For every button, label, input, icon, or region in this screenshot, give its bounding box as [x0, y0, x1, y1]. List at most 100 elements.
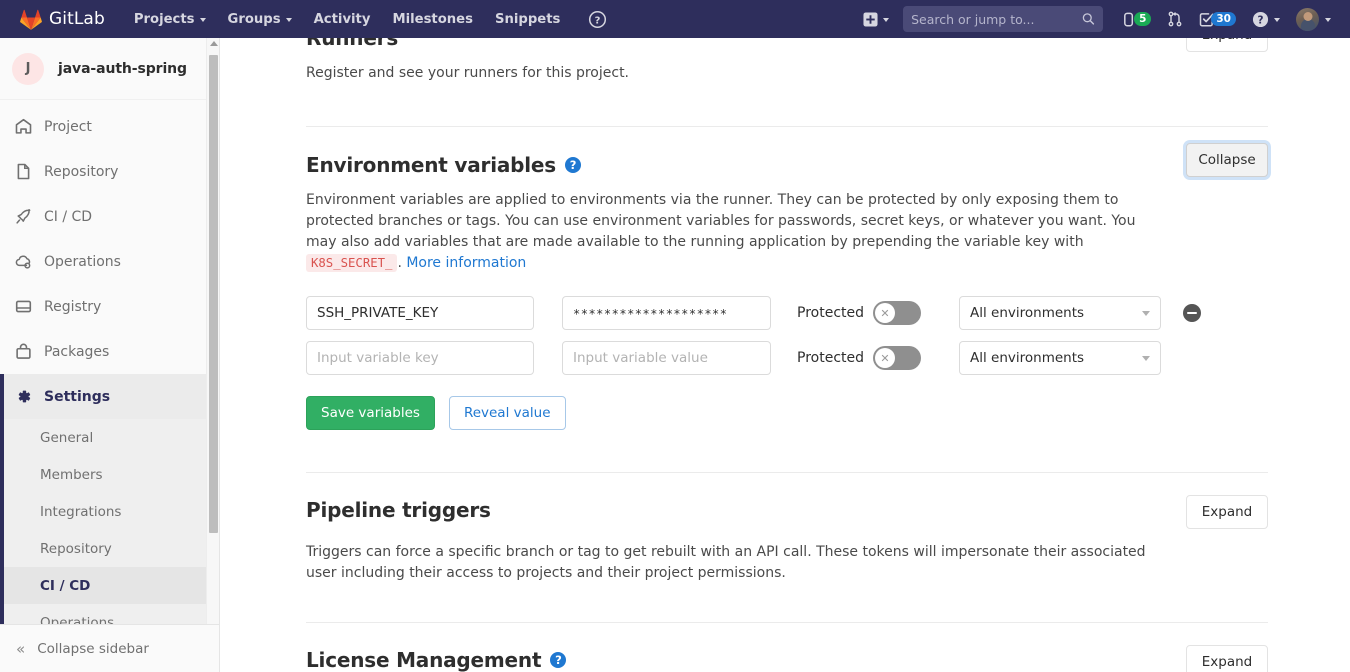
pipeline-triggers-expand-button[interactable]: Expand: [1186, 495, 1268, 529]
question-mark-icon[interactable]: ?: [565, 157, 581, 173]
question-circle-outline-icon: ?: [589, 10, 607, 28]
license-management-title: License Management ?: [306, 648, 567, 672]
main-content: Runners Expand Register and see your run…: [220, 38, 1350, 672]
section-pipeline-triggers: Pipeline triggers Expand Triggers can fo…: [306, 495, 1268, 623]
sidebar-item-members[interactable]: Members: [0, 456, 219, 493]
environment-variables-title: Environment variables ?: [306, 153, 581, 177]
toggle-off-icon: ✕: [875, 348, 895, 368]
chevron-down-icon: [1325, 18, 1331, 22]
collapse-sidebar-button[interactable]: « Collapse sidebar: [0, 624, 219, 672]
cloud-gear-icon: [14, 253, 32, 271]
license-management-expand-button[interactable]: Expand: [1186, 645, 1268, 672]
pipeline-triggers-title: Pipeline triggers: [306, 498, 491, 522]
k8s-secret-code-token: K8S_SECRET_: [306, 254, 398, 272]
help-button[interactable]: ?: [1245, 0, 1287, 38]
scroll-up-arrow-icon[interactable]: [210, 41, 218, 46]
sidebar-item-operations[interactable]: Operations: [0, 239, 219, 284]
variable-key-input[interactable]: [306, 296, 534, 330]
environment-variables-collapse-button[interactable]: Collapse: [1186, 143, 1268, 177]
sidebar-item-cicd-settings[interactable]: CI / CD: [0, 567, 219, 604]
sidebar-item-repository[interactable]: Repository: [0, 149, 219, 194]
settings-sections: Runners Expand Register and see your run…: [220, 38, 1350, 672]
more-information-link[interactable]: More information: [406, 255, 526, 271]
search-icon[interactable]: [1082, 12, 1095, 26]
variable-value-input[interactable]: [562, 296, 771, 330]
divider: [306, 126, 1268, 127]
toggle-off-icon: ✕: [875, 303, 895, 323]
sidebar-item-label: Packages: [44, 343, 110, 360]
section-environment-variables: Environment variables ? Collapse Environ…: [306, 143, 1268, 473]
package-box-icon: [14, 298, 32, 316]
protected-toggle[interactable]: ✕: [873, 346, 921, 370]
sidebar-subitem-label: Members: [40, 466, 103, 483]
sidebar-item-general[interactable]: General: [0, 419, 219, 456]
divider: [306, 622, 1268, 623]
save-variables-button[interactable]: Save variables: [306, 396, 435, 430]
issues-count-badge: 5: [1134, 12, 1152, 26]
document-icon: [14, 163, 32, 181]
nav-link-label: Groups: [227, 11, 281, 27]
new-item-button[interactable]: [855, 0, 897, 38]
question-mark-icon[interactable]: ?: [550, 652, 567, 668]
description-text-part2: .: [397, 255, 402, 271]
nav-link-snippets[interactable]: Snippets: [484, 0, 571, 38]
sidebar-scrollbar[interactable]: [206, 38, 219, 624]
plus-square-icon: [863, 11, 878, 27]
nav-link-groups[interactable]: Groups: [217, 0, 303, 38]
sidebar-subitem-label: General: [40, 429, 94, 446]
chevron-down-icon: [199, 18, 206, 22]
chevron-down-icon: [1142, 355, 1150, 361]
sidebar-item-registry[interactable]: Registry: [0, 284, 219, 329]
runners-title: Runners: [306, 38, 399, 50]
runners-expand-button[interactable]: Expand: [1186, 38, 1268, 52]
user-menu-button[interactable]: [1289, 0, 1338, 38]
sidebar-subitem-label: Repository: [40, 540, 112, 557]
environment-scope-select[interactable]: All environments: [959, 296, 1161, 330]
nav-link-projects[interactable]: Projects: [123, 0, 217, 38]
package-icon: [14, 343, 32, 361]
environment-variables-description: Environment variables are applied to env…: [306, 190, 1154, 274]
environment-scope-value: All environments: [970, 350, 1085, 366]
protected-label: Protected: [797, 350, 864, 366]
sidebar-item-project[interactable]: Project: [0, 104, 219, 149]
nav-link-label: Snippets: [494, 11, 561, 27]
variable-key-input[interactable]: [306, 341, 534, 375]
sidebar-item-label: Registry: [44, 298, 102, 315]
sidebar-item-repository-settings[interactable]: Repository: [0, 530, 219, 567]
sidebar-item-label: Settings: [44, 388, 111, 405]
sidebar-item-packages[interactable]: Packages: [0, 329, 219, 374]
minus-circle-icon: [1187, 311, 1197, 315]
sidebar-item-label: Operations: [44, 253, 121, 270]
nav-link-milestones[interactable]: Milestones: [381, 0, 484, 38]
search-input[interactable]: [911, 11, 1083, 27]
sidebar-settings-submenu: General Members Integrations Repository …: [0, 419, 219, 641]
nav-links: Projects Groups Activity Milestones Snip…: [123, 0, 619, 38]
nav-link-activity[interactable]: Activity: [303, 0, 382, 38]
chevron-down-icon: [1274, 18, 1280, 22]
avatar: [1296, 7, 1319, 31]
global-search[interactable]: [903, 6, 1104, 32]
sidebar-item-settings[interactable]: Settings: [0, 374, 219, 419]
project-name: java-auth-spring: [58, 60, 187, 77]
merge-request-icon: [1168, 11, 1182, 27]
gitlab-logo[interactable]: GitLab: [20, 0, 105, 38]
issues-button[interactable]: 5: [1115, 0, 1158, 38]
chevron-down-icon: [883, 18, 890, 22]
scrollbar-thumb[interactable]: [209, 55, 218, 533]
variable-value-input[interactable]: [562, 341, 771, 375]
rocket-icon: [14, 208, 32, 226]
nav-link-help-tooltip[interactable]: ?: [577, 0, 618, 38]
todos-button[interactable]: 30: [1192, 0, 1243, 38]
collapse-sidebar-label: Collapse sidebar: [37, 640, 149, 657]
chevron-down-icon: [1142, 310, 1150, 316]
sidebar-item-cicd[interactable]: CI / CD: [0, 194, 219, 239]
merge-requests-button[interactable]: [1160, 0, 1190, 38]
reveal-value-button[interactable]: Reveal value: [448, 396, 566, 430]
remove-variable-button[interactable]: [1183, 304, 1201, 322]
environment-scope-select[interactable]: All environments: [959, 341, 1161, 375]
sidebar-item-integrations[interactable]: Integrations: [0, 493, 219, 530]
environment-variables-title-text: Environment variables: [306, 153, 556, 177]
sidebar-project-header[interactable]: J java-auth-spring: [0, 38, 219, 100]
protected-toggle[interactable]: ✕: [873, 301, 921, 325]
sidebar-nav: Project Repository CI / CD Operations Re…: [0, 100, 219, 641]
